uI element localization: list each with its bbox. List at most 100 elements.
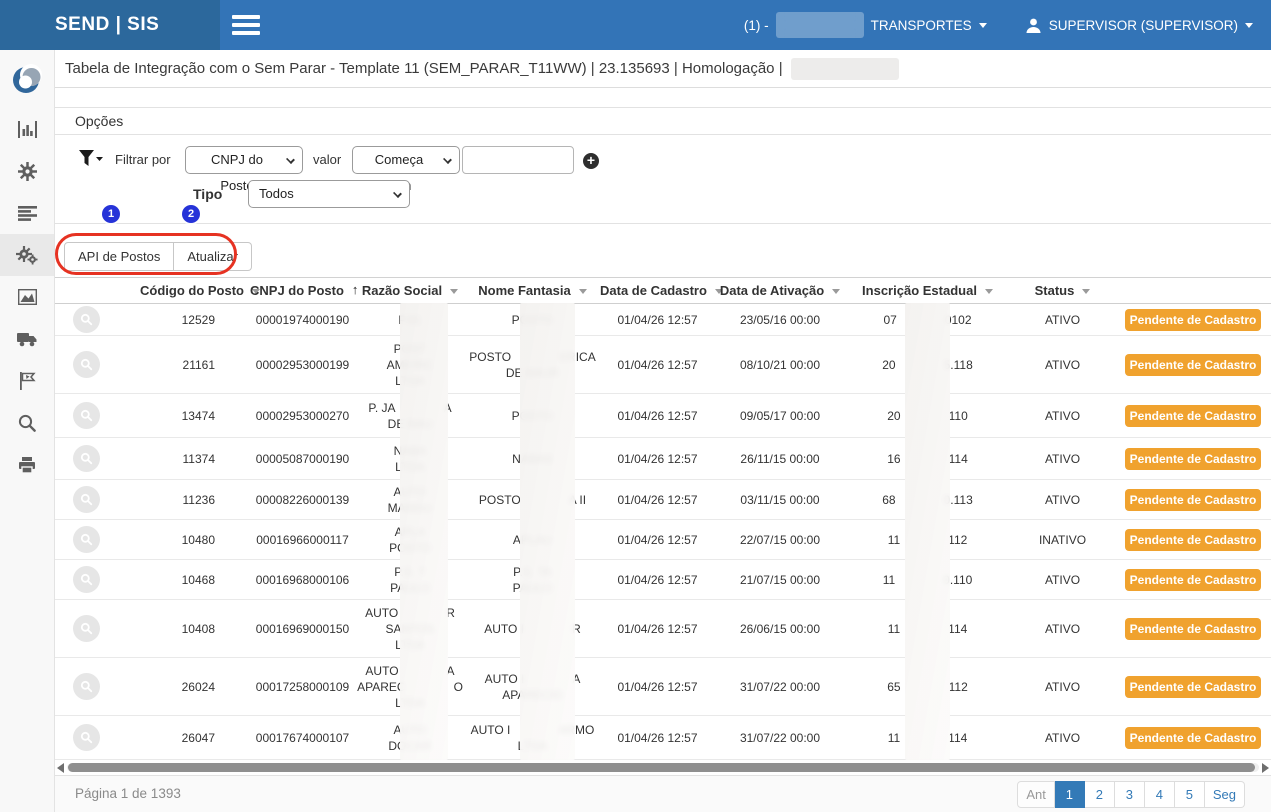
scroll-left-icon[interactable]: [57, 763, 64, 773]
status-badge[interactable]: Pendente de Cadastro: [1125, 448, 1261, 470]
status-badge[interactable]: Pendente de Cadastro: [1125, 309, 1261, 331]
filter-by-label: Filtrar por: [115, 146, 171, 174]
menu-toggle-icon[interactable]: [232, 15, 260, 35]
main-content: Tabela de Integração com o Sem Parar - T…: [55, 50, 1271, 812]
company-menu[interactable]: (1) - TRANSPORTES: [744, 12, 987, 38]
company-prefix: (1) -: [744, 18, 769, 33]
cell-status: ATIVO: [1010, 304, 1115, 336]
scroll-right-icon[interactable]: [1262, 763, 1269, 773]
redacted-column-razao-social: [400, 303, 448, 760]
table-row: 2602400017258000109AUTOAAPARECOLTDAAUTO …: [55, 658, 1271, 716]
status-badge[interactable]: Pendente de Cadastro: [1125, 489, 1261, 511]
row-search-button[interactable]: [73, 615, 100, 642]
row-search-button[interactable]: [73, 526, 100, 553]
table-row: 1252900001974000190P.81POSTO01/04/26 12:…: [55, 304, 1271, 336]
app-logo[interactable]: [0, 50, 54, 108]
filter-value-input[interactable]: [462, 146, 574, 174]
add-filter-icon[interactable]: +: [583, 153, 599, 169]
status-badge[interactable]: Pendente de Cadastro: [1125, 618, 1261, 640]
tipo-select[interactable]: Todos: [248, 180, 410, 208]
column-header-inscri-o-estadual[interactable]: Inscrição Estadual: [845, 278, 1010, 304]
status-badge[interactable]: Pendente de Cadastro: [1125, 529, 1261, 551]
page-button-1[interactable]: 1: [1055, 781, 1085, 808]
sidebar-item-gear-icon[interactable]: [0, 150, 54, 192]
column-label: Data de Ativação: [720, 284, 824, 299]
cell-text: 112: [949, 680, 968, 694]
column-header-data-de-ativa-o[interactable]: Data de Ativação: [715, 278, 845, 304]
status-badge[interactable]: Pendente de Cadastro: [1125, 405, 1261, 427]
api-de-postos-button[interactable]: API de Postos: [64, 242, 174, 271]
sidebar-item-printer-icon[interactable]: [0, 444, 54, 486]
cell-codigo-do-posto: 10408: [140, 600, 250, 658]
row-search-button[interactable]: [73, 306, 100, 333]
user-menu[interactable]: SUPERVISOR (SUPERVISOR): [1025, 17, 1253, 34]
cell-cnpj-do-posto: 00017258000109: [250, 658, 355, 716]
sidebar-item-flag-icon[interactable]: [0, 360, 54, 402]
cell-actions: [55, 336, 140, 394]
column-header-c-digo-do-posto[interactable]: Código do Posto: [140, 278, 250, 304]
atualizar-button[interactable]: Atualizar: [174, 242, 252, 271]
page-button-ant[interactable]: Ant: [1017, 781, 1055, 808]
page-button-3[interactable]: 3: [1115, 781, 1145, 808]
status-badge[interactable]: Pendente de Cadastro: [1125, 676, 1261, 698]
table-row: 1137400005087000190NABALTDANABAS01/04/26…: [55, 438, 1271, 480]
sort-asc-icon[interactable]: ↑: [352, 282, 359, 297]
row-search-button[interactable]: [73, 351, 100, 378]
cell-cnpj-do-posto: 00002953000199: [250, 336, 355, 394]
table-row: 1347400002953000270P. JAADE BAUPOSTO01/0…: [55, 394, 1271, 438]
row-search-button[interactable]: [73, 445, 100, 472]
cell-codigo-do-posto: 26047: [140, 716, 250, 760]
redacted-column-inscricao-estadual: [905, 303, 950, 760]
page-button-seg[interactable]: Seg: [1205, 781, 1245, 808]
row-search-button[interactable]: [73, 566, 100, 593]
cell-data-de-cadastro: 01/04/26 12:57: [600, 438, 715, 480]
column-header-raz-o-social[interactable]: Razão Social: [355, 278, 465, 304]
sort-caret-icon[interactable]: [832, 289, 840, 294]
filter-operator-select[interactable]: Começa com: [352, 146, 460, 174]
status-badge[interactable]: Pendente de Cadastro: [1125, 727, 1261, 749]
cell-actions: [55, 394, 140, 438]
horizontal-scrollbar[interactable]: [55, 762, 1271, 773]
row-search-button[interactable]: [73, 402, 100, 429]
page-button-5[interactable]: 5: [1175, 781, 1205, 808]
sidebar-item-bar-chart-icon[interactable]: [0, 108, 54, 150]
sort-caret-icon[interactable]: [1082, 289, 1090, 294]
cell-text: POSTO: [469, 350, 511, 364]
cell-codigo-do-posto: 13474: [140, 394, 250, 438]
sidebar-item-list-menu-icon[interactable]: [0, 192, 54, 234]
column-header-data-de-cadastro[interactable]: Data de Cadastro: [600, 278, 715, 304]
postos-table: Código do PostoCNPJ do Posto↑Razão Socia…: [55, 277, 1271, 760]
cell-text: 112: [948, 533, 967, 547]
cell-text: 20: [882, 358, 895, 372]
filter-field-select[interactable]: CNPJ do Posto: [185, 146, 303, 174]
sidebar-item-gears-icon[interactable]: [0, 234, 54, 276]
cell-codigo-do-posto: 11374: [140, 438, 250, 480]
cell-text: AUTO I: [471, 723, 511, 737]
row-search-button[interactable]: [73, 673, 100, 700]
filter-funnel-icon[interactable]: [79, 150, 103, 174]
sort-caret-icon[interactable]: [579, 289, 587, 294]
scrollbar-thumb[interactable]: [68, 763, 1255, 772]
cell-data-de-cadastro: 01/04/26 12:57: [600, 480, 715, 520]
column-header-status[interactable]: Status: [1010, 278, 1115, 304]
page-button-4[interactable]: 4: [1145, 781, 1175, 808]
column-header-nome-fantasia[interactable]: Nome Fantasia: [465, 278, 600, 304]
sort-caret-icon[interactable]: [450, 289, 458, 294]
valor-label: valor: [313, 146, 341, 174]
row-search-button[interactable]: [73, 486, 100, 513]
page-button-2[interactable]: 2: [1085, 781, 1115, 808]
column-header-cnpj-do-posto[interactable]: CNPJ do Posto↑: [250, 278, 355, 304]
page-info: Página 1 de 1393: [75, 786, 181, 801]
table-row: 2604700017674000107AUTODOCARAUTO IARMOLT…: [55, 716, 1271, 760]
row-search-button[interactable]: [73, 724, 100, 751]
sidebar-item-truck-icon[interactable]: [0, 318, 54, 360]
cell-badge: Pendente de Cadastro: [1115, 438, 1271, 480]
table-row: 1046800016968000106P.S. TPAULOP.S. TAPAU…: [55, 560, 1271, 600]
sidebar-item-area-chart-icon[interactable]: [0, 276, 54, 318]
sidebar-item-search-icon[interactable]: [0, 402, 54, 444]
sort-caret-icon[interactable]: [985, 289, 993, 294]
footer: Página 1 de 1393 Ant12345Seg: [55, 775, 1271, 812]
cell-data-de-ativacao: 21/07/15 00:00: [715, 560, 845, 600]
status-badge[interactable]: Pendente de Cadastro: [1125, 354, 1261, 376]
status-badge[interactable]: Pendente de Cadastro: [1125, 569, 1261, 591]
